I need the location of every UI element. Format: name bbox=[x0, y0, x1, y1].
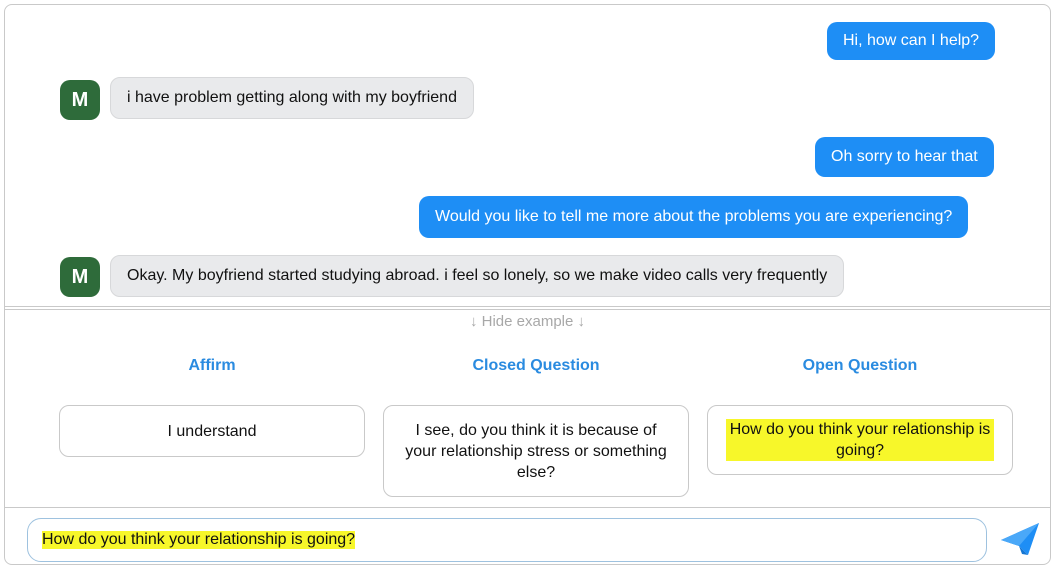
chat-window: Hi, how can I help? M i have problem get… bbox=[4, 4, 1051, 565]
message-input-value: How do you think your relationship is go… bbox=[42, 531, 356, 549]
paper-plane-icon bbox=[1001, 523, 1039, 555]
category-title-affirm: Affirm bbox=[188, 357, 236, 374]
divider bbox=[5, 306, 1050, 307]
bot-message: Would you like to tell me more about the… bbox=[419, 196, 969, 238]
example-card-affirm[interactable]: I understand bbox=[59, 405, 365, 457]
category-title-open-question: Open Question bbox=[802, 357, 918, 374]
example-text: I see, do you think it is because of you… bbox=[405, 421, 667, 481]
avatar: M bbox=[60, 257, 100, 297]
user-message: i have problem getting along with my boy… bbox=[110, 77, 474, 119]
example-text: I understand bbox=[167, 422, 257, 440]
bot-message: Oh sorry to hear that bbox=[815, 137, 994, 177]
hide-example-toggle[interactable]: ↓ Hide example ↓ bbox=[5, 311, 1050, 333]
user-message: Okay. My boyfriend started studying abro… bbox=[110, 255, 845, 297]
message-input[interactable]: How do you think your relationship is go… bbox=[27, 518, 987, 562]
divider bbox=[5, 309, 1050, 310]
avatar: M bbox=[60, 80, 100, 120]
example-card-closed-question[interactable]: I see, do you think it is because of you… bbox=[383, 405, 689, 497]
example-text-highlighted: How do you think your relationship is go… bbox=[726, 419, 994, 461]
divider bbox=[5, 507, 1050, 508]
send-button[interactable] bbox=[997, 519, 1043, 557]
message-list: Hi, how can I help? M i have problem get… bbox=[5, 5, 1050, 310]
example-card-open-question[interactable]: How do you think your relationship is go… bbox=[707, 405, 1013, 475]
bot-message: Hi, how can I help? bbox=[827, 22, 996, 60]
category-title-closed-question: Closed Question bbox=[472, 357, 600, 374]
